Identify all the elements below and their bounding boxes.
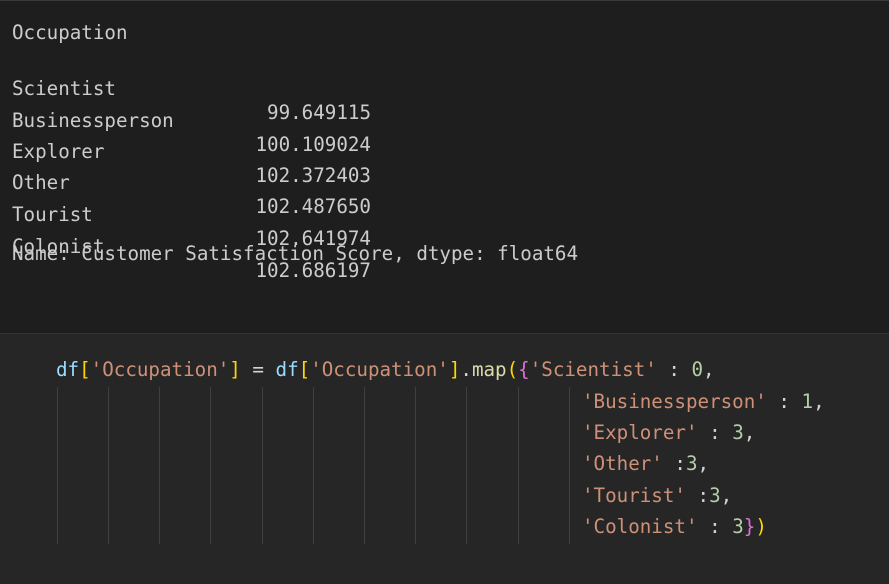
dict-key: 'Tourist' bbox=[582, 484, 686, 507]
dict-comma: , bbox=[720, 484, 733, 507]
dict-value: 3 bbox=[709, 484, 721, 507]
output-row: Other 102.487650 bbox=[12, 147, 412, 218]
dict-separator: : bbox=[685, 484, 710, 507]
dict-comma: , bbox=[743, 421, 756, 444]
code-string: 'Occupation' bbox=[310, 358, 449, 381]
output-row: Scientist 99.649115 bbox=[12, 53, 412, 124]
code-bracket: ( bbox=[506, 358, 519, 381]
code-string: 'Occupation' bbox=[90, 358, 230, 381]
dict-comma: , bbox=[703, 358, 715, 381]
cell-output: Occupation Scientist 99.649115 Businessp… bbox=[0, 0, 889, 334]
code-bracket: ] bbox=[229, 358, 241, 381]
dict-separator: : bbox=[766, 390, 802, 413]
indent-guide bbox=[569, 387, 570, 544]
code-operator: = bbox=[240, 358, 276, 381]
code-dot: . bbox=[460, 358, 472, 381]
indent-guide bbox=[210, 387, 211, 544]
code-variable: df bbox=[275, 358, 299, 381]
indent-guide bbox=[415, 387, 416, 544]
indent-guide bbox=[364, 387, 365, 544]
notebook-view: Occupation Scientist 99.649115 Businessp… bbox=[0, 0, 889, 584]
code-line[interactable]: 'Other' :3, bbox=[582, 452, 709, 476]
code-line[interactable]: 'Colonist' : 3}) bbox=[582, 515, 767, 539]
indent-guide bbox=[262, 387, 263, 544]
dict-value: 0 bbox=[691, 358, 704, 381]
code-bracket: [ bbox=[298, 358, 311, 381]
dict-separator: : bbox=[656, 358, 692, 381]
code-variable: df bbox=[56, 358, 80, 381]
indent-guide bbox=[57, 387, 58, 544]
code-brace: { bbox=[518, 358, 530, 381]
code-line[interactable]: 'Explorer' : 3, bbox=[582, 421, 755, 445]
code-bracket: ] bbox=[448, 358, 461, 381]
dict-key: 'Colonist' bbox=[582, 515, 698, 538]
code-function: map bbox=[471, 358, 507, 381]
dict-separator: : bbox=[662, 452, 686, 475]
indent-guide bbox=[159, 387, 160, 544]
code-brace: } bbox=[743, 515, 756, 538]
dict-key: 'Explorer' bbox=[582, 421, 698, 444]
output-row: Tourist 102.641974 bbox=[12, 179, 412, 250]
dict-key: 'Other' bbox=[582, 452, 663, 475]
dict-separator: : bbox=[697, 515, 733, 538]
code-line[interactable]: 'Businessperson' : 1, bbox=[582, 390, 825, 414]
output-dtype-footer: Name: Customer Satisfaction Score, dtype… bbox=[12, 242, 579, 265]
output-row: Colonist 102.686197 bbox=[12, 211, 412, 282]
code-bracket: ) bbox=[755, 515, 767, 538]
indent-guide bbox=[466, 387, 467, 544]
output-row: Businessperson 100.109024 bbox=[12, 85, 412, 156]
code-line[interactable]: 'Tourist' :3, bbox=[582, 484, 732, 508]
code-bracket: [ bbox=[79, 358, 91, 381]
dict-comma: , bbox=[697, 452, 710, 475]
dict-key: 'Businessperson' bbox=[582, 390, 767, 413]
output-index-header: Occupation bbox=[12, 21, 128, 44]
indent-guide bbox=[518, 387, 519, 544]
output-row: Explorer 102.372403 bbox=[12, 116, 412, 187]
indent-guide bbox=[108, 387, 109, 544]
dict-value: 3 bbox=[685, 452, 698, 475]
dict-key: 'Scientist' bbox=[529, 358, 657, 381]
dict-comma: , bbox=[813, 390, 825, 413]
dict-value: 3 bbox=[732, 515, 744, 538]
dict-value: 3 bbox=[732, 421, 744, 444]
dict-value: 1 bbox=[801, 390, 814, 413]
code-line[interactable]: df['Occupation'] = df['Occupation'].map(… bbox=[56, 358, 715, 382]
indent-guide bbox=[313, 387, 314, 544]
dict-separator: : bbox=[697, 421, 733, 444]
